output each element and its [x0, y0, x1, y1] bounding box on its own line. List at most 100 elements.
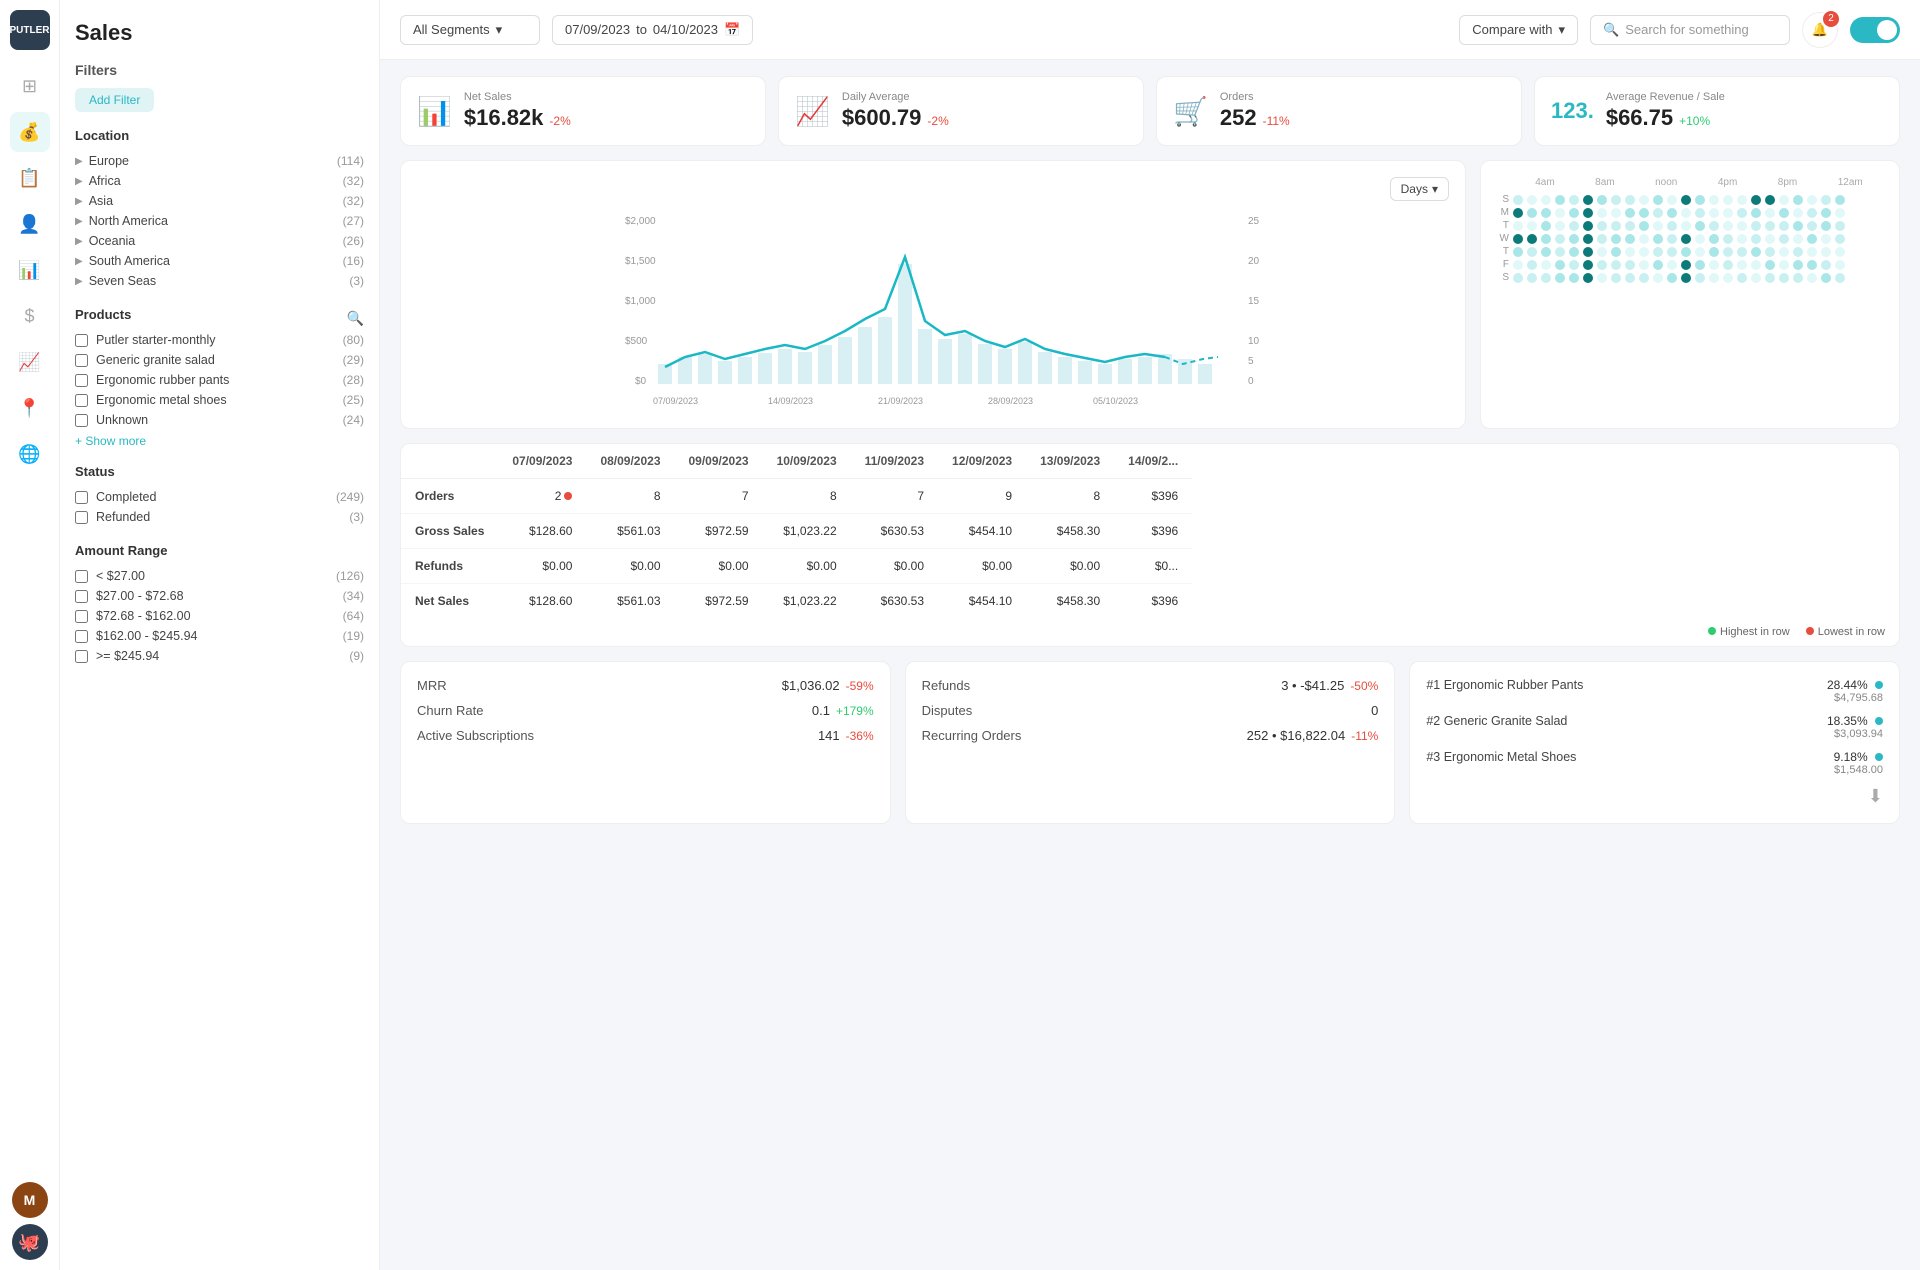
heatmap-dot: [1821, 195, 1831, 205]
compare-with-button[interactable]: Compare with ▾: [1459, 15, 1578, 45]
orders-icon: 🛒: [1173, 95, 1208, 128]
sidebar-item-analytics[interactable]: 📈: [10, 342, 50, 382]
heatmap-dot: [1835, 260, 1845, 270]
heatmap-dot: [1597, 195, 1607, 205]
heatmap-dot: [1751, 260, 1761, 270]
heatmap-dot: [1597, 234, 1607, 244]
chevron-down-icon: ▾: [1558, 22, 1565, 38]
sidebar-item-reports[interactable]: 📊: [10, 250, 50, 290]
heatmap-dot: [1751, 221, 1761, 231]
heatmap-dot: [1569, 247, 1579, 257]
svg-text:05/10/2023: 05/10/2023: [1093, 396, 1138, 406]
search-box[interactable]: 🔍 Search for something: [1590, 15, 1790, 45]
date-range-picker[interactable]: 07/09/2023 to 04/10/2023 📅: [552, 15, 753, 45]
sidebar-item-globe[interactable]: 🌐: [10, 434, 50, 474]
heatmap-dot: [1765, 208, 1775, 218]
heatmap-dot: [1681, 208, 1691, 218]
theme-toggle[interactable]: [1850, 17, 1900, 43]
col-header-11: 11/09/2023: [851, 444, 938, 479]
table-row-net-sales: Net Sales $128.60 $561.03 $972.59 $1,023…: [401, 584, 1192, 619]
heatmap-dot: [1597, 247, 1607, 257]
heatmap-dot: [1709, 260, 1719, 270]
heatmap-dot: [1681, 260, 1691, 270]
heatmap-row-m: M: [1497, 207, 1883, 218]
filter-item-seven-seas[interactable]: ▶Seven Seas (3): [75, 271, 364, 291]
products-filter-title: Products: [75, 307, 131, 322]
user-avatar-m[interactable]: M: [12, 1182, 48, 1218]
heatmap-dot: [1513, 247, 1523, 257]
heatmap-dot: [1513, 221, 1523, 231]
product-item-2: #2 Generic Granite Salad 18.35% $3,093.9…: [1426, 714, 1883, 740]
table-row-refunds: Refunds $0.00 $0.00 $0.00 $0.00 $0.00 $0…: [401, 549, 1192, 584]
lowest-dot-icon: [1806, 627, 1814, 635]
filter-product-metal-shoes[interactable]: Ergonomic metal shoes(25): [75, 390, 364, 410]
heatmap-dot: [1709, 208, 1719, 218]
chevron-right-icon: ▶: [75, 276, 83, 287]
filter-status-completed[interactable]: Completed(249): [75, 487, 364, 507]
heatmap-dot: [1653, 234, 1663, 244]
sidebar-item-sales[interactable]: 💰: [10, 112, 50, 152]
orders-metrics-card: Refunds 3 • -$41.25 -50% Disputes 0 Recu…: [905, 661, 1396, 824]
download-button[interactable]: ⬇: [1868, 786, 1883, 807]
daily-avg-icon: 📈: [795, 95, 830, 128]
filter-product-rubber-pants[interactable]: Ergonomic rubber pants(28): [75, 370, 364, 390]
heatmap-dot: [1779, 247, 1789, 257]
sidebar-item-map[interactable]: 📍: [10, 388, 50, 428]
filter-item-oceania[interactable]: ▶Oceania (26): [75, 231, 364, 251]
filter-amount-lt27[interactable]: < $27.00(126): [75, 566, 364, 586]
filter-item-south-america[interactable]: ▶South America (16): [75, 251, 364, 271]
filter-amount-gte245[interactable]: >= $245.94(9): [75, 646, 364, 666]
filter-amount-72-162[interactable]: $72.68 - $162.00(64): [75, 606, 364, 626]
kpi-daily-avg: 📈 Daily Average $600.79 -2%: [778, 76, 1144, 146]
sidebar-item-revenue[interactable]: $: [10, 296, 50, 336]
filter-product-granite[interactable]: Generic granite salad(29): [75, 350, 364, 370]
row-label-refunds: Refunds: [401, 549, 498, 584]
location-filter-title: Location: [75, 128, 364, 143]
filter-amount-162-245[interactable]: $162.00 - $245.94(19): [75, 626, 364, 646]
user-avatar-emoji[interactable]: 🐙: [12, 1224, 48, 1260]
heatmap-dot: [1653, 273, 1663, 283]
filter-status-refunded[interactable]: Refunded(3): [75, 507, 364, 527]
sidebar-item-dashboard[interactable]: ⊞: [10, 66, 50, 106]
cell-orders-11: 7: [851, 479, 938, 514]
svg-text:14/09/2023: 14/09/2023: [768, 396, 813, 406]
notification-button[interactable]: 🔔 2: [1802, 12, 1838, 48]
products-search-icon[interactable]: 🔍: [347, 310, 364, 327]
filter-item-europe[interactable]: ▶Europe (114): [75, 151, 364, 171]
col-header-13: 13/09/2023: [1026, 444, 1114, 479]
row-label-net-sales: Net Sales: [401, 584, 498, 619]
cell-orders-09: 7: [675, 479, 763, 514]
heatmap-dot: [1737, 208, 1747, 218]
bottom-row: MRR $1,036.02 -59% Churn Rate 0.1 +179% …: [400, 661, 1900, 824]
heatmap-dot: [1793, 208, 1803, 218]
heatmap-dot: [1625, 208, 1635, 218]
heatmap-dot: [1583, 195, 1593, 205]
sidebar-item-customers[interactable]: 👤: [10, 204, 50, 244]
add-filter-button[interactable]: Add Filter: [75, 88, 154, 112]
heatmap-dot: [1737, 195, 1747, 205]
filter-item-africa[interactable]: ▶Africa (32): [75, 171, 364, 191]
heatmap-dot: [1653, 247, 1663, 257]
days-toggle-button[interactable]: Days ▾: [1390, 177, 1449, 201]
heatmap-dot: [1737, 234, 1747, 244]
filter-item-north-america[interactable]: ▶North America (27): [75, 211, 364, 231]
heatmap-dot: [1835, 247, 1845, 257]
filter-amount-27-72[interactable]: $27.00 - $72.68(34): [75, 586, 364, 606]
filter-product-unknown[interactable]: Unknown(24): [75, 410, 364, 430]
heatmap-dot: [1625, 260, 1635, 270]
heatmap-dot: [1639, 195, 1649, 205]
filter-product-putler[interactable]: Putler starter-monthly(80): [75, 330, 364, 350]
sidebar-item-orders[interactable]: 📋: [10, 158, 50, 198]
kpi-daily-avg-value: $600.79: [842, 105, 922, 131]
heatmap-dot: [1611, 221, 1621, 231]
heatmap-dot: [1541, 234, 1551, 244]
heatmap-dot: [1667, 247, 1677, 257]
main-content: All Segments ▾ 07/09/2023 to 04/10/2023 …: [380, 0, 1920, 1270]
filter-item-asia[interactable]: ▶Asia (32): [75, 191, 364, 211]
segment-select[interactable]: All Segments ▾: [400, 15, 540, 45]
heatmap-dot: [1751, 195, 1761, 205]
heatmap-dot: [1625, 221, 1635, 231]
show-more-products[interactable]: + Show more: [75, 434, 364, 448]
heatmap-dot: [1583, 273, 1593, 283]
heatmap-dot: [1513, 273, 1523, 283]
